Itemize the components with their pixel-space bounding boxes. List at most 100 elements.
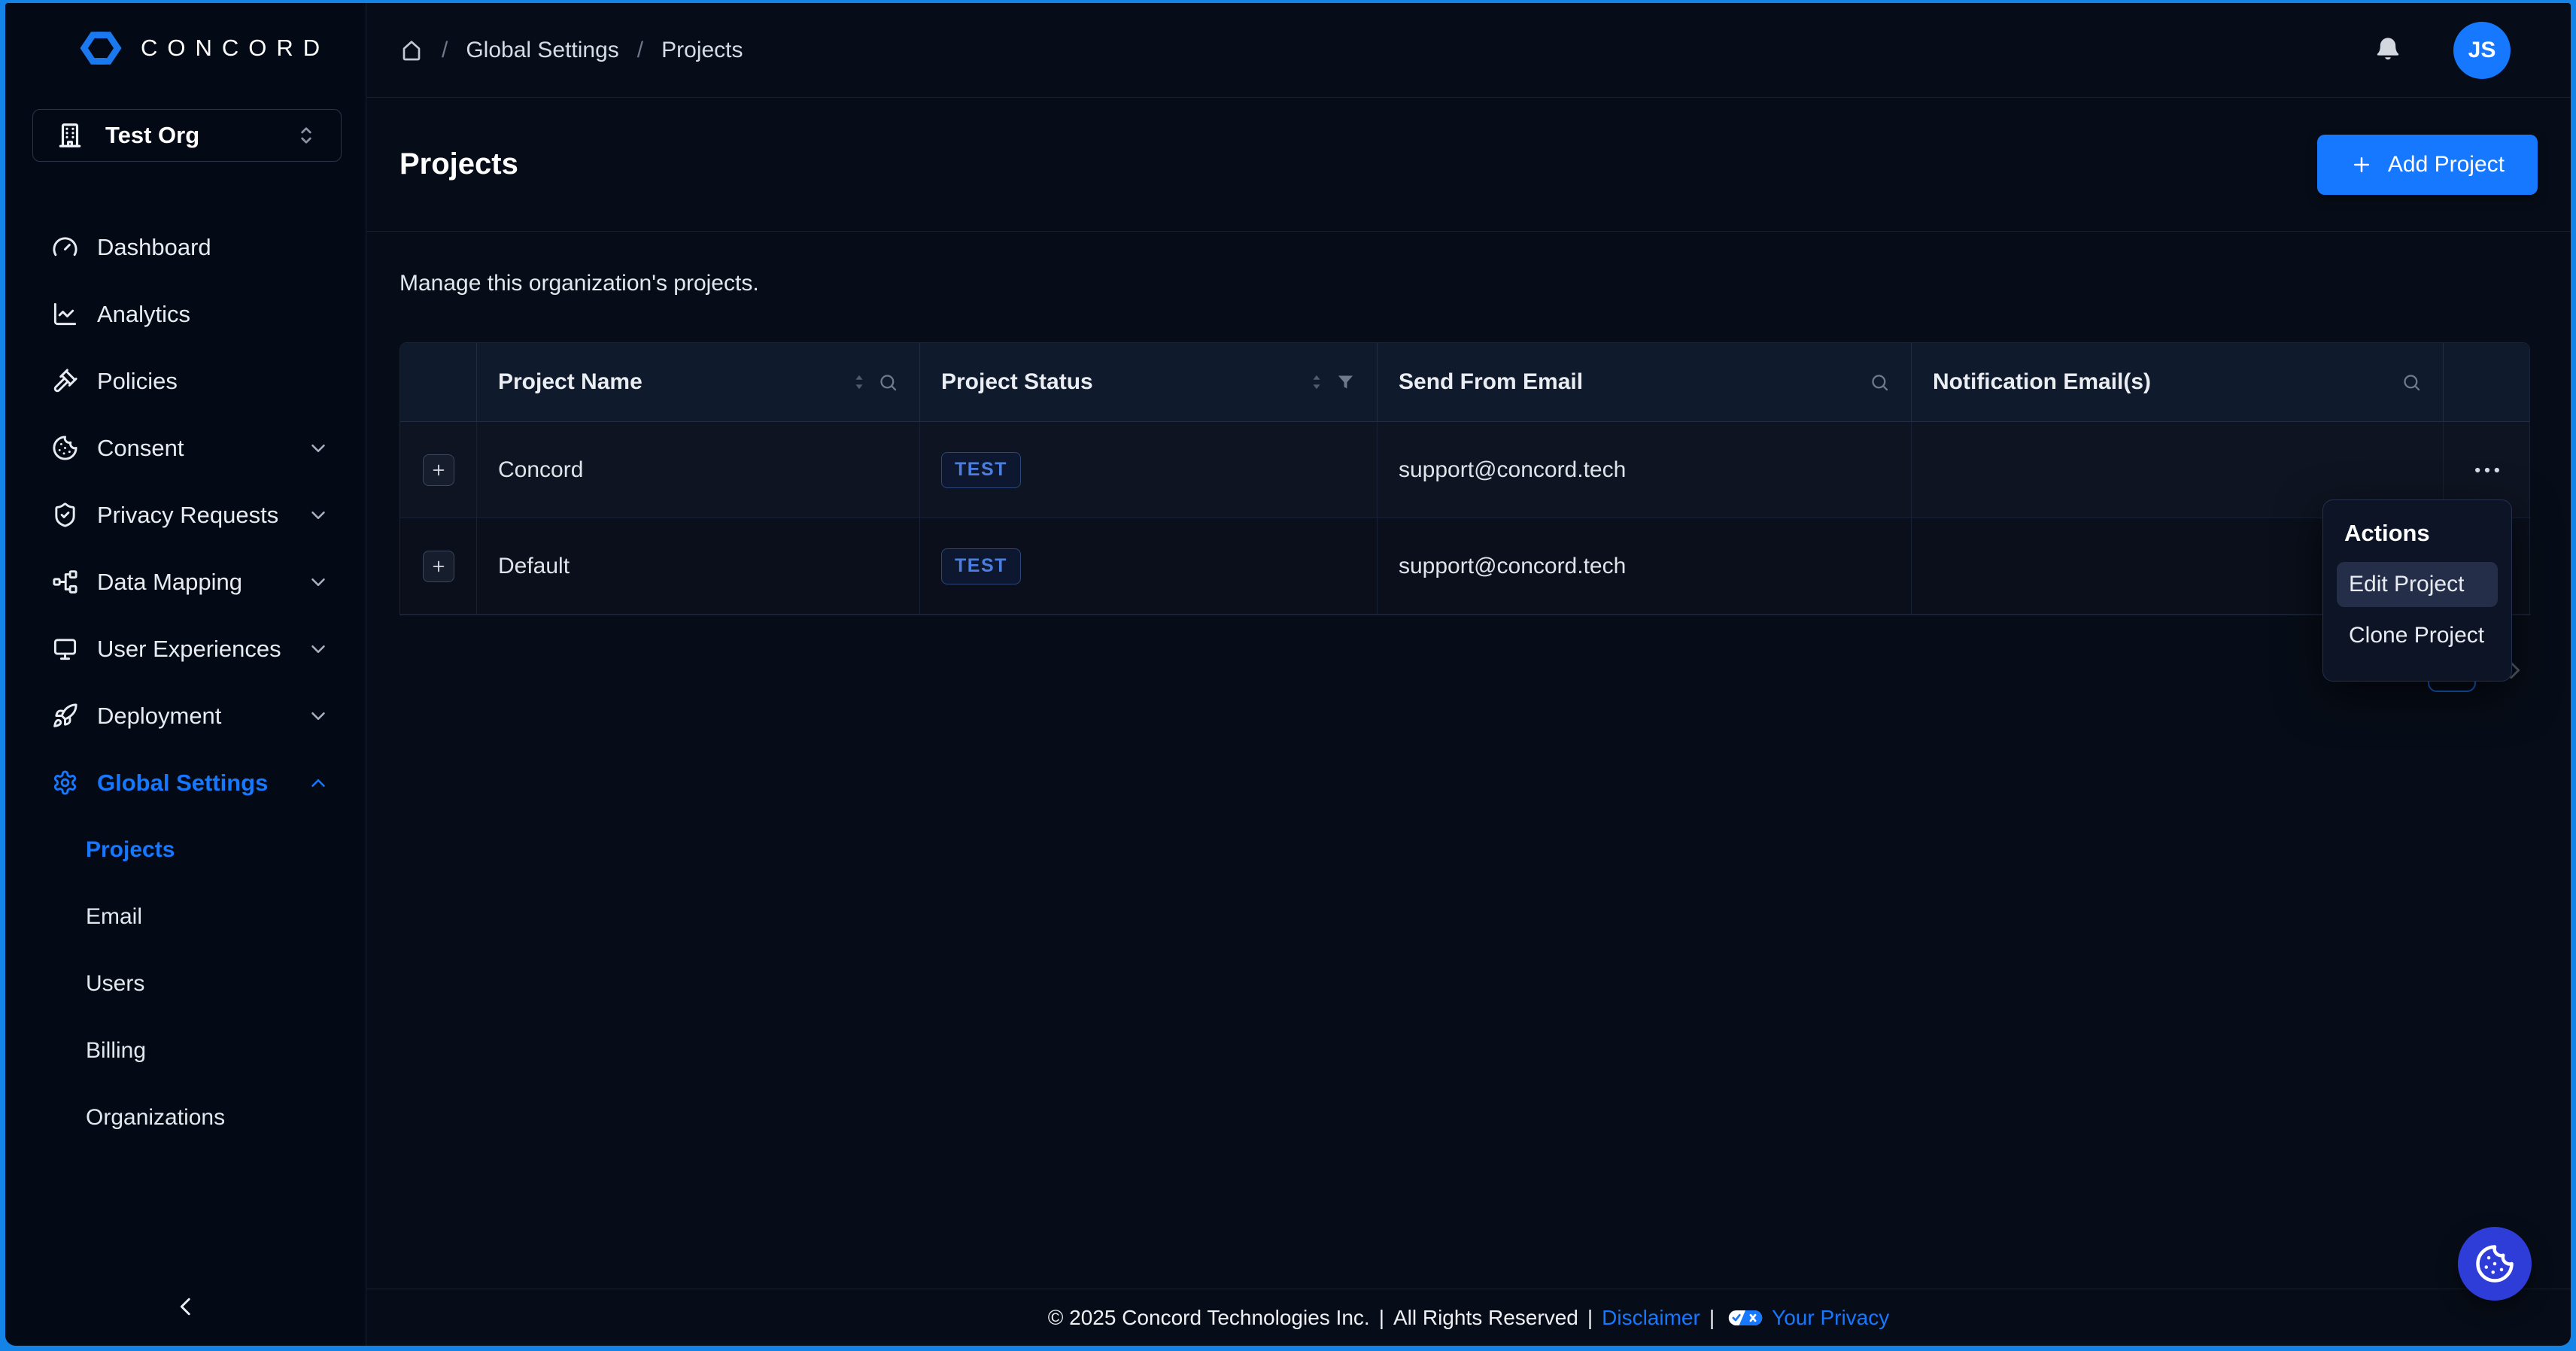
cookie-preferences-button[interactable] [2458, 1227, 2532, 1301]
sidebar-item-policies[interactable]: Policies [5, 348, 366, 414]
search-icon[interactable] [2401, 372, 2422, 393]
search-icon[interactable] [1870, 372, 1890, 393]
column-label: Project Name [498, 369, 642, 395]
page-footer: © 2025 Concord Technologies Inc. | All R… [366, 1289, 2571, 1346]
project-name: Default [498, 554, 570, 579]
concord-logo-icon [77, 30, 124, 66]
breadcrumb-separator: / [637, 38, 643, 63]
privacy-choices-icon[interactable] [1728, 1310, 1763, 1326]
chevron-down-icon [307, 437, 330, 460]
plus-icon [430, 558, 447, 575]
table-row-concord: Concord TEST support@concord.tech [400, 422, 2529, 518]
line-chart-icon [52, 301, 78, 327]
context-menu-title: Actions [2344, 520, 2498, 547]
sidebar-subitem-projects[interactable]: Projects [5, 816, 366, 883]
column-header-send-from-email: Send From Email [1378, 343, 1912, 421]
expand-row-button[interactable] [423, 551, 454, 582]
column-header-project-status: Project Status [920, 343, 1378, 421]
sidebar-item-label: User Experiences [97, 636, 288, 663]
project-status-cell: TEST [920, 422, 1378, 518]
home-icon[interactable] [399, 38, 424, 62]
sidebar-item-consent[interactable]: Consent [5, 414, 366, 481]
context-menu-item-clone-project[interactable]: Clone Project [2337, 613, 2498, 658]
gear-icon [52, 770, 78, 796]
user-avatar[interactable]: JS [2453, 22, 2511, 79]
sidebar-item-privacy-requests[interactable]: Privacy Requests [5, 481, 366, 548]
column-label: Send From Email [1399, 369, 1583, 395]
sidebar-subitem-users[interactable]: Users [5, 950, 366, 1017]
sidebar-item-label: Consent [97, 435, 288, 462]
projects-table: Project Name Project Status Send From Emai… [399, 342, 2530, 615]
gavel-icon [52, 368, 78, 394]
chevron-left-icon [173, 1294, 199, 1319]
sorter-icon[interactable] [849, 372, 869, 392]
monitor-icon [52, 636, 78, 662]
plus-icon [430, 462, 447, 478]
project-name-cell: Concord [477, 422, 920, 518]
page-title: Projects [399, 147, 518, 181]
page-description: Manage this organization's projects. [399, 271, 759, 296]
sidebar-subitem-organizations[interactable]: Organizations [5, 1084, 366, 1151]
actions-context-menu: Actions Edit Project Clone Project [2322, 499, 2512, 682]
table-header-row: Project Name Project Status Send From Emai… [400, 343, 2529, 422]
context-menu-item-edit-project[interactable]: Edit Project [2337, 562, 2498, 607]
rocket-icon [52, 703, 78, 729]
sidebar-nav: Dashboard AnalyticsPolicies Consent Privacy… [5, 214, 366, 1151]
row-actions-ellipsis-icon[interactable] [2465, 454, 2510, 487]
breadcrumb-projects[interactable]: Projects [661, 38, 743, 63]
topbar-actions: JS [2372, 22, 2511, 79]
table-header-actions-column [2444, 343, 2531, 421]
expand-row-button[interactable] [423, 454, 454, 486]
filter-icon[interactable] [1335, 372, 1356, 393]
data-mapping-icon [52, 569, 78, 595]
footer-separator: | [1379, 1306, 1384, 1330]
sidebar-item-dashboard[interactable]: Dashboard [5, 214, 366, 281]
send-from-email: support@concord.tech [1399, 554, 1626, 579]
sidebar-subitem-email[interactable]: Email [5, 883, 366, 950]
chevron-down-icon [307, 571, 330, 594]
up-down-chevron-icon [294, 123, 318, 147]
sidebar-item-global-settings[interactable]: Global Settings [5, 749, 366, 816]
search-icon[interactable] [878, 372, 898, 393]
context-menu-items: Edit Project Clone Project [2337, 562, 2498, 658]
app-logo: CONCORD [77, 29, 330, 68]
sidebar-subitem-billing[interactable]: Billing [5, 1017, 366, 1084]
sidebar-item-label: Dashboard [97, 234, 330, 261]
sidebar-item-label: Privacy Requests [97, 502, 288, 529]
project-name-cell: Default [477, 518, 920, 615]
status-badge: TEST [941, 548, 1021, 584]
sidebar-item-deployment[interactable]: Deployment [5, 682, 366, 749]
page-header: Projects Add Project [366, 98, 2571, 232]
building-icon [56, 121, 84, 150]
breadcrumb-separator: / [442, 38, 448, 63]
breadcrumb-global-settings[interactable]: Global Settings [466, 38, 618, 63]
column-label: Notification Email(s) [1933, 369, 2151, 395]
disclaimer-link[interactable]: Disclaimer [1602, 1306, 1700, 1330]
add-project-button[interactable]: Add Project [2317, 135, 2538, 195]
table-row-default: Default TEST support@concord.tech [400, 518, 2529, 615]
status-badge: TEST [941, 452, 1021, 488]
org-name: Test Org [105, 122, 199, 149]
sidebar-item-user-experiences[interactable]: User Experiences [5, 615, 366, 682]
footer-rights: All Rights Reserved [1393, 1306, 1578, 1330]
sorter-icon[interactable] [1307, 372, 1326, 392]
sidebar-item-analytics[interactable]: Analytics [5, 281, 366, 348]
column-label: Project Status [941, 369, 1093, 395]
expand-cell [400, 518, 477, 615]
screen-frame: CONCORD Test Org Dashboard AnalyticsPolic… [0, 0, 2576, 1351]
notifications-bell-icon[interactable] [2372, 33, 2404, 68]
send-from-email-cell: support@concord.tech [1378, 518, 1912, 615]
page-content: Manage this organization's projects. Pro… [366, 232, 2571, 1289]
org-selector[interactable]: Test Org [32, 109, 342, 162]
shield-check-icon [52, 502, 78, 528]
expand-cell [400, 422, 477, 518]
gauge-icon [52, 234, 78, 260]
sidebar-item-data-mapping[interactable]: Data Mapping [5, 548, 366, 615]
main-area: / Global Settings / Projects JS Projects… [366, 3, 2571, 1346]
sidebar-collapse-button[interactable] [5, 1284, 366, 1329]
project-name: Concord [498, 457, 583, 483]
your-privacy-link[interactable]: Your Privacy [1772, 1306, 1889, 1330]
app-window: CONCORD Test Org Dashboard AnalyticsPolic… [5, 3, 2571, 1346]
send-from-email: support@concord.tech [1399, 457, 1626, 483]
sidebar-item-label: Global Settings [97, 770, 288, 797]
